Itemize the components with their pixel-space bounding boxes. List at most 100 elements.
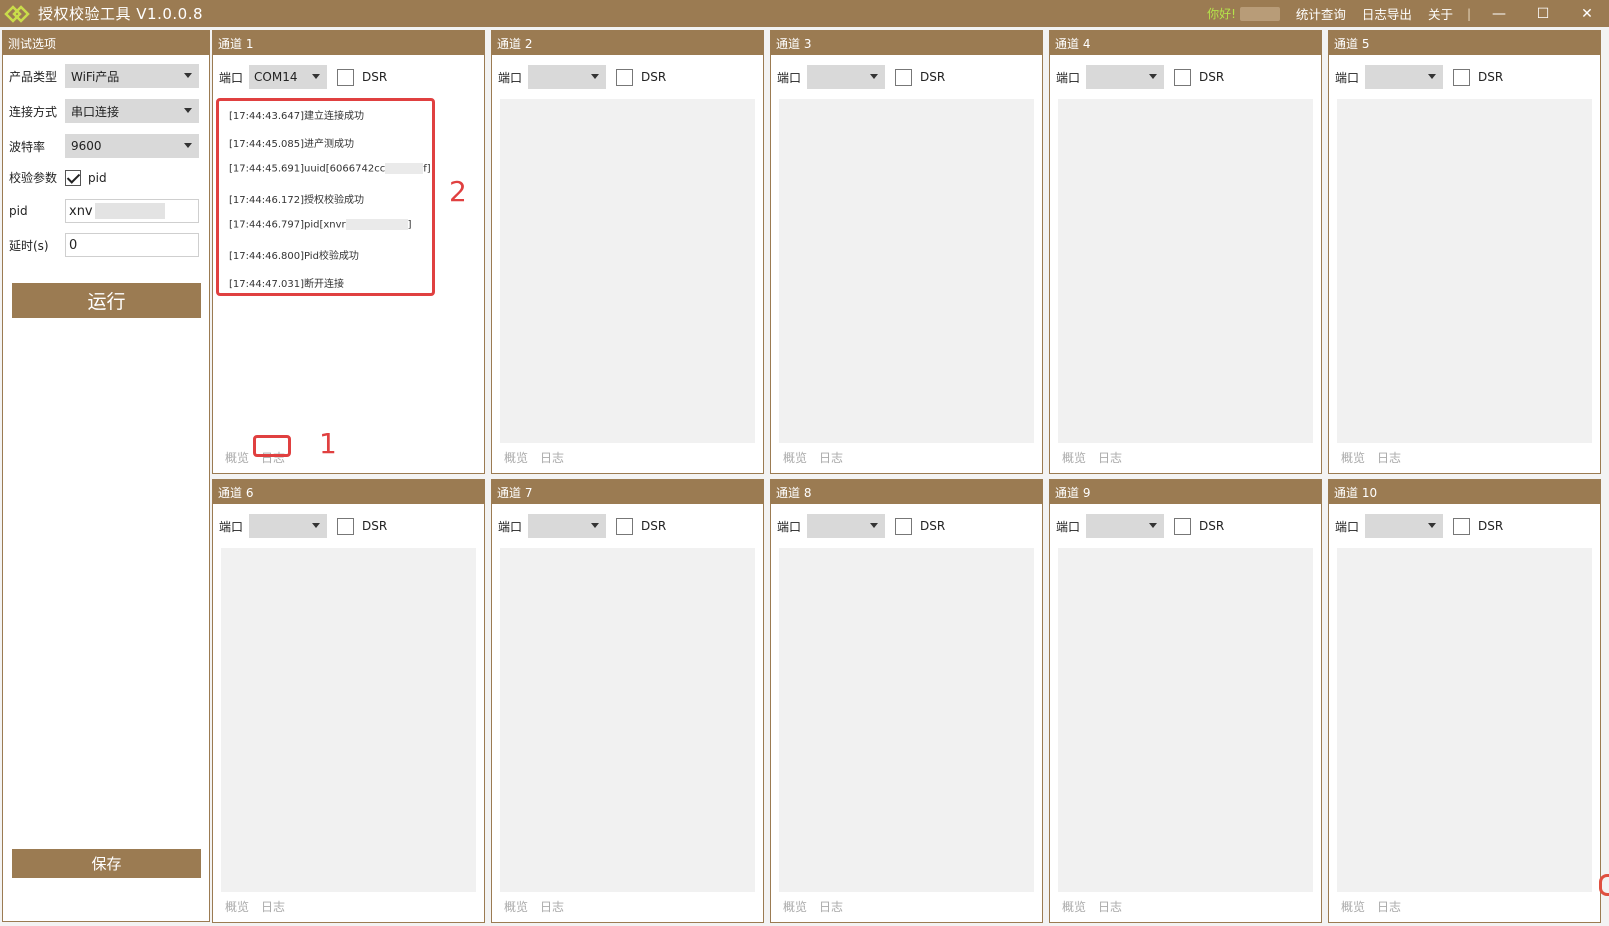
dsr-checkbox[interactable] (337, 68, 355, 86)
dsr-checkbox[interactable] (1453, 68, 1471, 86)
channel-title: 通道 6 (213, 480, 484, 504)
close-icon[interactable]: ✕ (1565, 0, 1609, 27)
channel-title: 通道 3 (771, 31, 1042, 55)
tab-overview[interactable]: 概览 (1062, 898, 1086, 915)
channel-2: 通道 2 端口 DSR 概览 日志 (491, 30, 764, 474)
app-title: 授权校验工具 V1.0.0.8 (38, 5, 204, 23)
tab-overview[interactable]: 概览 (1341, 898, 1365, 915)
tab-log[interactable]: 日志 (1377, 449, 1401, 466)
uuid-redacted (385, 163, 424, 174)
tab-overview[interactable]: 概览 (225, 449, 249, 466)
dsr-checkbox[interactable] (337, 517, 355, 535)
product-type-select[interactable]: WiFi产品 (65, 64, 199, 88)
tab-log[interactable]: 日志 (540, 449, 564, 466)
channel-port-row: 端口 DSR (1056, 65, 1224, 89)
dsr-toggle[interactable]: DSR (616, 68, 666, 86)
dsr-checkbox[interactable] (616, 517, 634, 535)
log-line: [17:44:46.172]授权校验成功 (229, 195, 364, 206)
title-bar: 授权校验工具 V1.0.0.8 你好! 统计查询 日志导出 关于 | — ☐ ✕ (0, 0, 1609, 27)
channel-tabs: 概览 日志 (225, 898, 297, 915)
save-button[interactable]: 保存 (12, 849, 201, 878)
channel-output-area (1058, 548, 1313, 892)
port-value: COM14 (254, 70, 298, 84)
tab-overview[interactable]: 概览 (783, 449, 807, 466)
channel-output-area (1337, 99, 1592, 443)
channel-port-row: 端口 DSR (498, 65, 666, 89)
corner-widget-icon (1599, 874, 1609, 896)
tab-log[interactable]: 日志 (1377, 898, 1401, 915)
baud-rate-select[interactable]: 9600 (65, 134, 199, 158)
tab-log[interactable]: 日志 (819, 449, 843, 466)
dsr-label: DSR (920, 519, 946, 533)
dsr-checkbox[interactable] (1174, 68, 1192, 86)
log-line-suffix: f] (423, 163, 431, 175)
minimize-icon[interactable]: — (1477, 0, 1521, 27)
log-line: [17:44:45.691]uuid[6066742cc f] (229, 163, 431, 175)
app-logo-icon (2, 0, 30, 27)
tab-log[interactable]: 日志 (1098, 898, 1122, 915)
baud-rate-row: 波特率 9600 (9, 134, 199, 158)
dsr-label: DSR (641, 519, 667, 533)
channel-title: 通道 9 (1050, 480, 1321, 504)
greeting-text: 你好! (1207, 7, 1236, 21)
tab-log[interactable]: 日志 (261, 898, 285, 915)
dsr-toggle[interactable]: DSR (1174, 517, 1224, 535)
tab-overview[interactable]: 概览 (783, 898, 807, 915)
port-select[interactable] (1086, 514, 1165, 538)
channel-tabs: 概览 日志 (504, 449, 576, 466)
port-select[interactable] (807, 65, 886, 89)
dsr-toggle[interactable]: DSR (895, 517, 946, 535)
channel-title: 通道 8 (771, 480, 1042, 504)
maximize-icon[interactable]: ☐ (1521, 0, 1565, 27)
port-select[interactable] (249, 514, 328, 538)
stats-query-link[interactable]: 统计查询 (1296, 4, 1346, 23)
port-label: 端口 (1056, 70, 1081, 85)
log-output-highlighted: [17:44:43.647]建立连接成功 [17:44:45.085]进产测成功… (216, 98, 435, 296)
tab-overview[interactable]: 概览 (1341, 449, 1365, 466)
run-button[interactable]: 运行 (12, 283, 201, 318)
dsr-toggle[interactable]: DSR (337, 68, 388, 86)
dsr-checkbox[interactable] (1174, 517, 1192, 535)
dsr-checkbox[interactable] (1453, 517, 1471, 535)
dsr-toggle[interactable]: DSR (1453, 68, 1503, 86)
channel-port-row: 端口 DSR (777, 65, 945, 89)
log-export-link[interactable]: 日志导出 (1362, 4, 1412, 23)
port-select[interactable]: COM14 (249, 65, 328, 89)
port-select[interactable] (1086, 65, 1165, 89)
dsr-checkbox[interactable] (895, 68, 913, 86)
pid-input[interactable]: xnv (65, 199, 199, 223)
pid-checkbox[interactable] (65, 169, 81, 186)
dsr-label: DSR (1478, 519, 1504, 533)
tab-overview[interactable]: 概览 (504, 898, 528, 915)
tab-overview[interactable]: 概览 (225, 898, 249, 915)
dsr-toggle[interactable]: DSR (616, 517, 667, 535)
port-select[interactable] (1365, 65, 1444, 89)
baud-rate-value: 9600 (71, 139, 102, 153)
channel-port-row: 端口 DSR (1335, 514, 1503, 538)
dsr-toggle[interactable]: DSR (1174, 68, 1224, 86)
tab-log[interactable]: 日志 (1098, 449, 1122, 466)
dsr-toggle[interactable]: DSR (1453, 517, 1504, 535)
tab-overview[interactable]: 概览 (504, 449, 528, 466)
channel-6: 通道 6 端口 DSR 概览 日志 (212, 479, 485, 923)
dsr-checkbox[interactable] (895, 517, 913, 535)
channel-output-area (1337, 548, 1592, 892)
port-select[interactable] (1365, 514, 1444, 538)
tab-overview[interactable]: 概览 (1062, 449, 1086, 466)
channel-tabs: 概览 日志 (1341, 449, 1413, 466)
dsr-label: DSR (362, 70, 388, 84)
channel-title: 通道 4 (1050, 31, 1321, 55)
tab-log[interactable]: 日志 (540, 898, 564, 915)
port-select[interactable] (528, 65, 607, 89)
port-select[interactable] (528, 514, 607, 538)
connect-mode-select[interactable]: 串口连接 (65, 99, 199, 123)
dsr-label: DSR (920, 70, 946, 84)
connect-mode-row: 连接方式 串口连接 (9, 99, 199, 123)
tab-log[interactable]: 日志 (819, 898, 843, 915)
dsr-checkbox[interactable] (616, 68, 634, 86)
port-select[interactable] (807, 514, 886, 538)
about-link[interactable]: 关于 (1428, 4, 1453, 23)
delay-input[interactable]: 0 (65, 233, 199, 257)
dsr-toggle[interactable]: DSR (895, 68, 946, 86)
dsr-toggle[interactable]: DSR (337, 517, 387, 535)
